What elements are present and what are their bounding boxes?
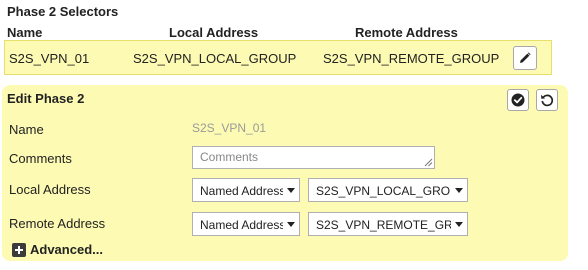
caret-down-icon (283, 213, 299, 235)
local-address-type-value: Named Address (200, 184, 286, 198)
selector-row[interactable]: S2S_VPN_01 S2S_VPN_LOCAL_GROUP S2S_VPN_R… (4, 40, 552, 75)
apply-button[interactable] (507, 89, 529, 111)
name-label: Name (9, 122, 44, 137)
caret-down-icon (283, 179, 299, 201)
caret-down-icon (451, 179, 467, 201)
remote-address-value: S2S_VPN_REMOTE_GROUP (316, 218, 468, 232)
caret-down-icon (451, 213, 467, 235)
remote-address-select[interactable]: S2S_VPN_REMOTE_GROUP (308, 212, 468, 236)
local-address-value: S2S_VPN_LOCAL_GROUP (316, 184, 467, 198)
column-header-remote-address[interactable]: Remote Address (355, 25, 458, 40)
selector-row-name: S2S_VPN_01 (9, 51, 90, 66)
local-address-label: Local Address (9, 182, 91, 197)
remote-address-type-select[interactable]: Named Address (192, 212, 300, 236)
name-value: S2S_VPN_01 (192, 121, 267, 135)
pencil-icon (520, 52, 531, 63)
edit-row-button[interactable] (513, 46, 537, 70)
undo-icon (541, 94, 554, 107)
edit-phase2-title: Edit Phase 2 (7, 91, 85, 106)
resize-grip-icon[interactable] (424, 158, 433, 167)
column-header-name[interactable]: Name (7, 25, 42, 40)
comments-label: Comments (9, 151, 72, 166)
plus-icon (12, 242, 26, 257)
local-address-type-select[interactable]: Named Address (192, 178, 300, 202)
reset-button[interactable] (536, 89, 558, 111)
selector-row-remote-address: S2S_VPN_REMOTE_GROUP (323, 51, 500, 66)
phase2-selectors-title: Phase 2 Selectors (7, 4, 119, 19)
remote-address-type-value: Named Address (200, 218, 286, 232)
advanced-label: Advanced... (30, 242, 103, 257)
advanced-toggle[interactable]: Advanced... (12, 242, 103, 257)
selector-row-local-address: S2S_VPN_LOCAL_GROUP (133, 51, 297, 66)
local-address-select[interactable]: S2S_VPN_LOCAL_GROUP (308, 178, 468, 202)
column-header-local-address[interactable]: Local Address (169, 25, 258, 40)
remote-address-label: Remote Address (9, 216, 106, 231)
checkmark-icon (511, 93, 525, 107)
comments-placeholder: Comments (200, 150, 259, 164)
comments-textarea[interactable]: Comments (192, 146, 435, 169)
edit-phase2-panel: Edit Phase 2 Name S2S_VPN_01 Comments Co… (2, 85, 568, 261)
